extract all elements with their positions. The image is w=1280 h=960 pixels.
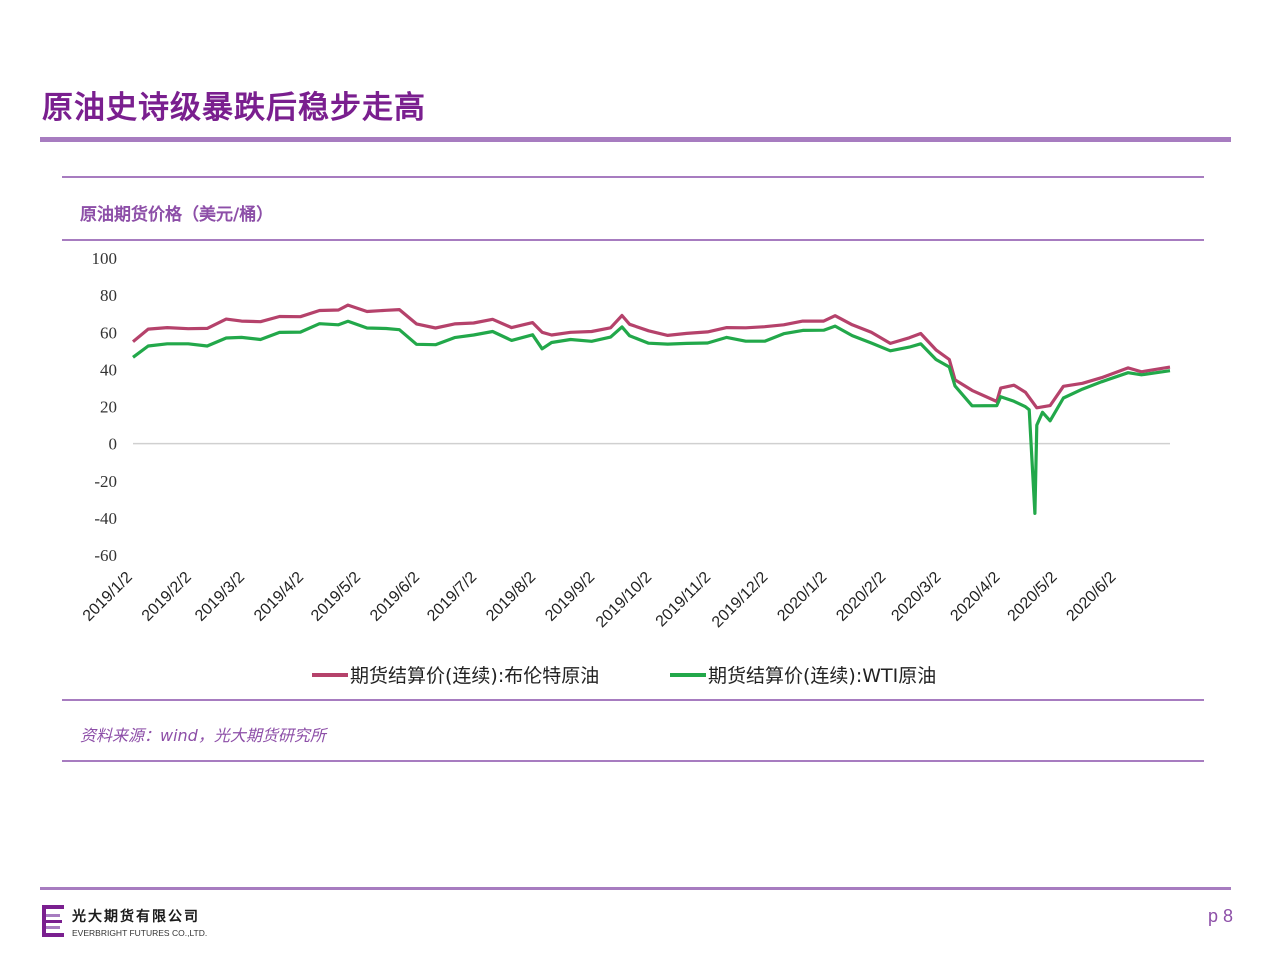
x-tick-label: 2020/4/2 — [947, 569, 1003, 625]
x-tick-label: 2020/2/2 — [833, 569, 889, 625]
y-tick-label: 100 — [92, 249, 118, 268]
chart-area: 100806040200-20-40-60 2019/1/2 2019/2/220… — [80, 249, 1171, 687]
x-tick-label: 2019/12/2 — [709, 569, 771, 631]
y-tick-label: 80 — [100, 286, 117, 305]
x-tick-label: 2019/3/2 — [192, 569, 248, 625]
y-tick-label: -40 — [94, 509, 117, 528]
series-line-wti — [132, 319, 1171, 516]
x-tick-label: 2019/9/2 — [542, 569, 598, 625]
x-tick-label: 2019/8/2 — [483, 569, 539, 625]
company-name-en: EVERBRIGHT FUTURES CO.,LTD. — [72, 928, 208, 938]
series-lines — [131, 303, 1171, 516]
legend-label: 期货结算价(连续):WTI原油 — [708, 665, 936, 687]
source-note: 资料来源：wind，光大期货研究所 — [80, 726, 326, 745]
x-tick-label: 2019/5/2 — [308, 569, 364, 625]
y-tick-label: 20 — [100, 398, 117, 417]
x-axis: 2019/1/2 2019/2/22019/3/2 2019/4/2 2019/5/2… — [80, 569, 1120, 631]
x-tick-label: 2019/6/2 — [367, 569, 423, 625]
x-tick-label: 2019/10/2 — [593, 569, 655, 631]
x-tick-label: 2020/3/2 — [888, 569, 944, 625]
x-tick-label: 2020/6/2 — [1063, 569, 1119, 625]
footer-divider — [40, 887, 1231, 890]
company-name-cn: 光大期货有限公司 — [72, 909, 200, 925]
source-rule — [62, 760, 1204, 762]
y-tick-label: 60 — [100, 323, 117, 342]
page-number: p 8 — [1208, 906, 1234, 926]
y-tick-label: 0 — [109, 435, 118, 454]
chart-bottom-rule — [62, 699, 1204, 701]
x-tick-label: 2020/1/2 — [774, 569, 830, 625]
series-line-brent — [131, 303, 1171, 410]
x-tick-label: 2019/11/2 — [653, 569, 715, 631]
legend-label: 期货结算价(连续):布伦特原油 — [350, 665, 599, 687]
x-tick-label: 2019/4/2 — [251, 569, 307, 625]
chart-legend: 期货结算价(连续):布伦特原油 期货结算价(连续):WTI原油 — [312, 665, 936, 687]
x-tick-label: 2019/2/2 — [139, 569, 195, 625]
y-axis: 100 80 60 40 20 0 -20 -40 -60 — [92, 249, 118, 565]
x-tick-label: 2019/1/2 — [80, 569, 136, 625]
x-tick-label: 2020/5/2 — [1005, 569, 1061, 625]
x-tick-label: 2019/7/2 — [424, 569, 480, 625]
y-tick-label: -60 — [94, 546, 117, 565]
company-logo-icon — [42, 905, 64, 937]
y-tick-label: 40 — [100, 360, 117, 379]
y-tick-label: -20 — [94, 472, 117, 491]
